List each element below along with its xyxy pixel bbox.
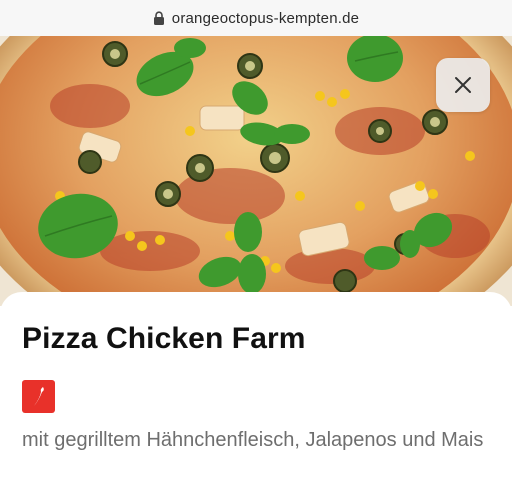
spicy-badge [22, 380, 55, 413]
close-icon [455, 77, 471, 93]
chili-icon [33, 386, 44, 406]
url-text: orangeoctopus-kempten.de [171, 9, 360, 27]
address-bar[interactable]: orangeoctopus-kempten.de [0, 0, 512, 36]
product-detail-sheet: Pizza Chicken Farm mit gegrilltem Hähnch… [0, 292, 512, 485]
lock-icon [153, 11, 164, 25]
close-button[interactable] [436, 58, 490, 112]
product-description: mit gegrilltem Hähnchenfleisch, Jalapeno… [22, 429, 484, 451]
product-title: Pizza Chicken Farm [22, 322, 306, 355]
